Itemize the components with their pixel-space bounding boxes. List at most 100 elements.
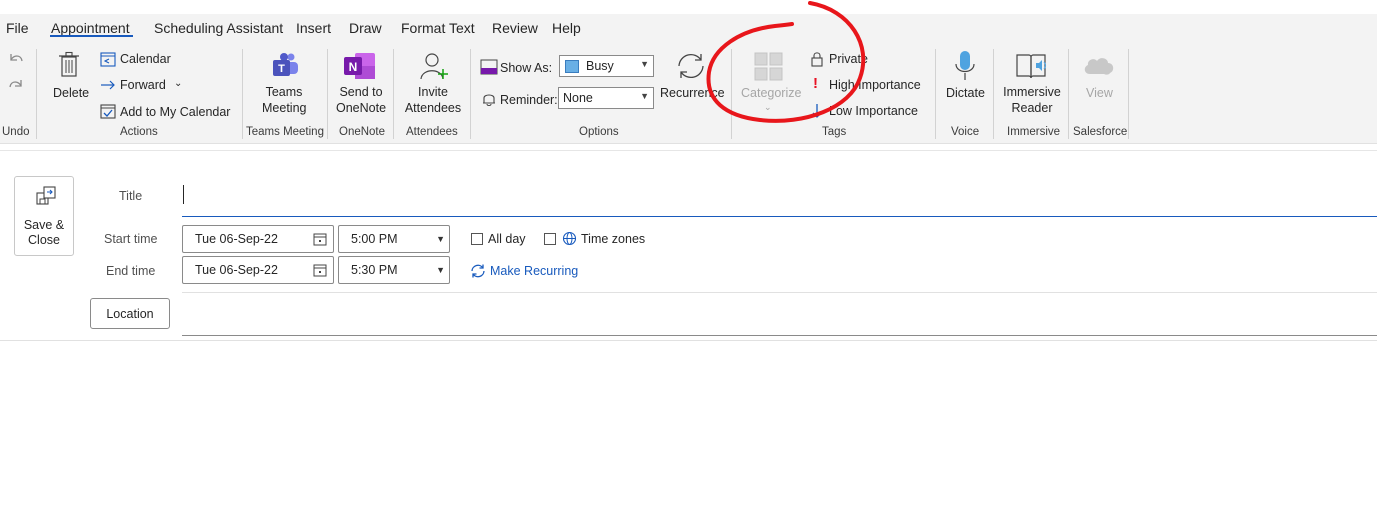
end-time-value: 5:30 PM bbox=[351, 263, 398, 277]
delete-button[interactable]: Delete bbox=[53, 85, 89, 101]
show-as-icon bbox=[480, 59, 498, 75]
save-and-close-button[interactable]: Save & Close bbox=[14, 176, 74, 256]
body-editor[interactable] bbox=[0, 341, 1377, 520]
group-label-onenote: OneNote bbox=[339, 126, 386, 138]
calendar-picker-icon[interactable] bbox=[313, 232, 327, 246]
immersive-reader-label-2[interactable]: Reader bbox=[1002, 100, 1062, 116]
calendar-button[interactable]: Calendar bbox=[120, 51, 171, 67]
svg-text:N: N bbox=[349, 60, 358, 74]
group-separator bbox=[393, 49, 394, 139]
recurrence-button[interactable]: Recurrence bbox=[660, 85, 725, 101]
group-label-actions: Actions bbox=[120, 126, 158, 138]
make-recurring-link[interactable]: Make Recurring bbox=[490, 264, 578, 278]
reminder-select[interactable]: None ▼ bbox=[558, 87, 654, 109]
group-label-undo: Undo bbox=[2, 126, 30, 138]
salesforce-view-button[interactable]: View bbox=[1086, 85, 1113, 101]
location-button[interactable]: Location bbox=[90, 298, 170, 329]
group-separator bbox=[993, 49, 994, 139]
group-separator bbox=[36, 49, 37, 139]
invite-attendees-label-2[interactable]: Attendees bbox=[402, 100, 464, 116]
group-label-salesforce: Salesforce bbox=[1073, 126, 1128, 138]
all-day-checkbox[interactable] bbox=[471, 233, 483, 245]
reminder-label: Reminder: bbox=[500, 93, 558, 107]
start-date-value: Tue 06-Sep-22 bbox=[195, 232, 278, 246]
invite-attendees-icon[interactable] bbox=[419, 51, 451, 81]
trash-icon[interactable] bbox=[57, 51, 81, 79]
recurring-icon[interactable] bbox=[470, 263, 486, 279]
title-label: Title bbox=[119, 189, 143, 203]
immersive-reader-label-1[interactable]: Immersive bbox=[1002, 84, 1062, 100]
tab-format-text[interactable]: Format Text bbox=[401, 20, 475, 36]
invite-attendees-label-1[interactable]: Invite bbox=[402, 84, 464, 100]
time-zones-checkbox[interactable] bbox=[544, 233, 556, 245]
calendar-picker-icon[interactable] bbox=[313, 263, 327, 277]
save-icon bbox=[36, 186, 56, 205]
text-cursor bbox=[183, 185, 184, 204]
calendar-icon bbox=[100, 52, 116, 67]
high-importance-icon: ! bbox=[813, 75, 818, 92]
low-importance-button[interactable]: Low Importance bbox=[829, 103, 918, 119]
teams-meeting-label-2[interactable]: Meeting bbox=[262, 100, 306, 116]
group-separator bbox=[731, 49, 732, 139]
save-close-label-1: Save & bbox=[23, 218, 65, 232]
end-time-select[interactable]: 5:30 PM ▼ bbox=[338, 256, 450, 284]
title-strip bbox=[0, 0, 1377, 14]
dictate-button[interactable]: Dictate bbox=[946, 85, 985, 101]
send-to-onenote-label-1[interactable]: Send to bbox=[334, 84, 388, 100]
start-time-select[interactable]: 5:00 PM ▼ bbox=[338, 225, 450, 253]
tab-help[interactable]: Help bbox=[552, 20, 581, 36]
tab-scheduling-assistant[interactable]: Scheduling Assistant bbox=[154, 20, 283, 36]
show-as-select[interactable]: Busy ▼ bbox=[559, 55, 654, 77]
chevron-down-icon: ▼ bbox=[640, 59, 649, 69]
tab-review[interactable]: Review bbox=[492, 20, 538, 36]
ribbon-tab-bar: File Appointment Scheduling Assistant In… bbox=[0, 14, 1377, 43]
busy-swatch bbox=[565, 60, 579, 73]
teams-meeting-label-1[interactable]: Teams bbox=[262, 84, 306, 100]
microphone-icon[interactable] bbox=[953, 50, 977, 82]
undo-icon[interactable] bbox=[7, 50, 25, 66]
salesforce-cloud-icon[interactable] bbox=[1082, 54, 1116, 78]
tab-draw[interactable]: Draw bbox=[349, 20, 382, 36]
group-label-tags: Tags bbox=[822, 126, 847, 138]
show-as-value: Busy bbox=[586, 59, 614, 73]
high-importance-button[interactable]: High Importance bbox=[829, 77, 921, 93]
group-separator bbox=[470, 49, 471, 139]
recurrence-icon[interactable] bbox=[674, 51, 708, 81]
tab-file[interactable]: File bbox=[6, 20, 29, 36]
chevron-down-icon: ▼ bbox=[436, 265, 445, 275]
onenote-icon[interactable]: N bbox=[343, 52, 377, 80]
redo-icon[interactable] bbox=[7, 76, 25, 92]
group-label-teams-meeting: Teams Meeting bbox=[246, 126, 324, 138]
group-label-immersive: Immersive bbox=[1007, 126, 1061, 138]
categorize-icon[interactable] bbox=[754, 52, 784, 82]
tab-insert[interactable]: Insert bbox=[296, 20, 331, 36]
group-label-voice: Voice bbox=[951, 126, 980, 138]
location-button-label: Location bbox=[106, 307, 154, 321]
end-date-value: Tue 06-Sep-22 bbox=[195, 263, 278, 277]
group-separator bbox=[327, 49, 328, 139]
group-separator bbox=[242, 49, 243, 139]
teams-icon[interactable]: T bbox=[270, 52, 300, 78]
private-button[interactable]: Private bbox=[829, 51, 868, 67]
group-label-attendees: Attendees bbox=[406, 126, 458, 138]
immersive-reader-icon[interactable] bbox=[1015, 51, 1051, 81]
chevron-down-icon[interactable]: ⌄ bbox=[174, 76, 182, 92]
group-separator bbox=[1068, 49, 1069, 139]
forward-arrow-icon bbox=[101, 80, 115, 90]
save-close-label-2: Close bbox=[28, 233, 60, 247]
ribbon: Undo Delete Calendar Forward ⌄ Add to My… bbox=[0, 43, 1377, 144]
forward-button[interactable]: Forward bbox=[120, 77, 166, 93]
location-input[interactable] bbox=[182, 304, 1377, 336]
form-divider bbox=[182, 292, 1377, 293]
ribbon-divider bbox=[0, 150, 1377, 151]
send-to-onenote-label-2[interactable]: OneNote bbox=[334, 100, 388, 116]
title-input[interactable] bbox=[182, 180, 1377, 217]
svg-text:T: T bbox=[278, 63, 285, 75]
show-as-label: Show As: bbox=[500, 61, 553, 75]
time-zones-label: Time zones bbox=[581, 232, 646, 246]
add-to-my-calendar-button[interactable]: Add to My Calendar bbox=[120, 104, 230, 120]
start-date-picker[interactable]: Tue 06-Sep-22 bbox=[182, 225, 334, 253]
tab-appointment[interactable]: Appointment bbox=[51, 20, 130, 36]
active-tab-indicator bbox=[50, 35, 133, 37]
end-date-picker[interactable]: Tue 06-Sep-22 bbox=[182, 256, 334, 284]
